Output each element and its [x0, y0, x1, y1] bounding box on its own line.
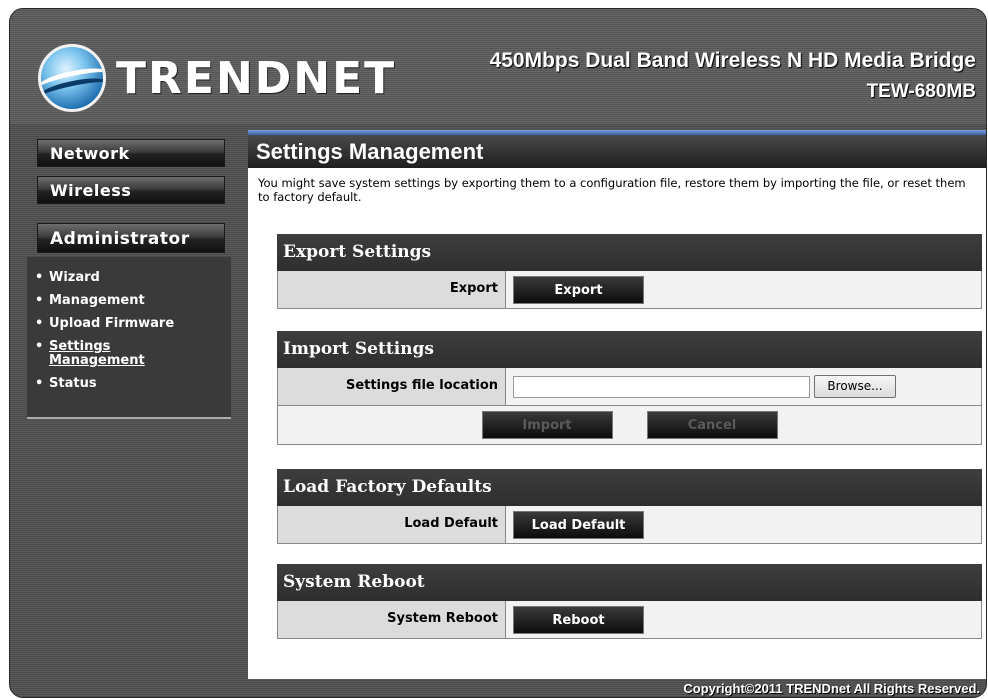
nav-wireless-button[interactable]: Wireless — [37, 176, 225, 204]
brand-logo: TRENDNET — [38, 44, 396, 112]
nav-network-button[interactable]: Network — [37, 139, 225, 167]
export-button[interactable]: Export — [513, 275, 644, 304]
nav-item-wizard[interactable]: Wizard — [35, 270, 225, 286]
settings-file-location-label: Settings file location — [278, 368, 506, 405]
app-frame: TRENDNET 450Mbps Dual Band Wireless N HD… — [9, 8, 987, 698]
brand-name: TRENDNET — [116, 52, 397, 104]
nav-item-management[interactable]: Management — [35, 293, 225, 309]
page-title: Settings Management — [248, 135, 986, 168]
load-default-button[interactable]: Load Default — [513, 510, 644, 539]
settings-file-input[interactable] — [513, 375, 810, 398]
cancel-button[interactable]: Cancel — [646, 411, 778, 439]
nav-submenu: Wizard Management Upload Firmware Settin… — [35, 271, 225, 400]
nav-item-label: Upload Firmware — [49, 316, 175, 331]
factory-section-title: Load Factory Defaults — [277, 469, 982, 506]
nav-item-label: Management — [49, 293, 145, 308]
reboot-section: System Reboot System Reboot Reboot — [277, 564, 982, 639]
nav-item-status[interactable]: Status — [35, 376, 225, 392]
browse-button[interactable]: Browse... — [814, 375, 896, 398]
import-section-title: Import Settings — [277, 331, 982, 368]
load-default-label: Load Default — [278, 506, 506, 543]
factory-section: Load Factory Defaults Load Default Load … — [277, 469, 982, 544]
export-row: Export Export — [277, 271, 982, 309]
reboot-row: System Reboot Reboot — [277, 601, 982, 639]
nav-item-upload-firmware[interactable]: Upload Firmware — [35, 316, 225, 332]
reboot-section-title: System Reboot — [277, 564, 982, 601]
import-button[interactable]: Import — [481, 411, 613, 439]
page-intro: You might save system settings by export… — [258, 176, 966, 204]
product-title: 450Mbps Dual Band Wireless N HD Media Br… — [489, 49, 976, 72]
nav-administrator-button[interactable]: Administrator — [37, 223, 225, 253]
nav-item-settings-management[interactable]: Settings Management — [35, 340, 159, 368]
import-row: Settings file location Browse... — [277, 368, 982, 406]
import-section: Import Settings Settings file location B… — [277, 331, 982, 445]
nav-item-label: Settings Management — [49, 339, 145, 368]
system-reboot-label: System Reboot — [278, 601, 506, 638]
export-section: Export Settings Export Export — [277, 234, 982, 309]
header: TRENDNET 450Mbps Dual Band Wireless N HD… — [10, 9, 986, 124]
reboot-button[interactable]: Reboot — [513, 605, 644, 634]
copyright-footer: Copyright©2011 TRENDnet All Rights Reser… — [683, 681, 980, 696]
import-actions: Import Cancel — [277, 406, 982, 445]
nav-item-label: Status — [49, 376, 97, 391]
export-section-title: Export Settings — [277, 234, 982, 271]
factory-row: Load Default Load Default — [277, 506, 982, 544]
export-label: Export — [278, 271, 506, 308]
nav-item-label: Wizard — [49, 270, 100, 285]
product-model: TEW-680MB — [866, 81, 976, 102]
main-content: Settings Management You might save syste… — [248, 130, 986, 679]
trendnet-logo-icon — [38, 44, 106, 112]
